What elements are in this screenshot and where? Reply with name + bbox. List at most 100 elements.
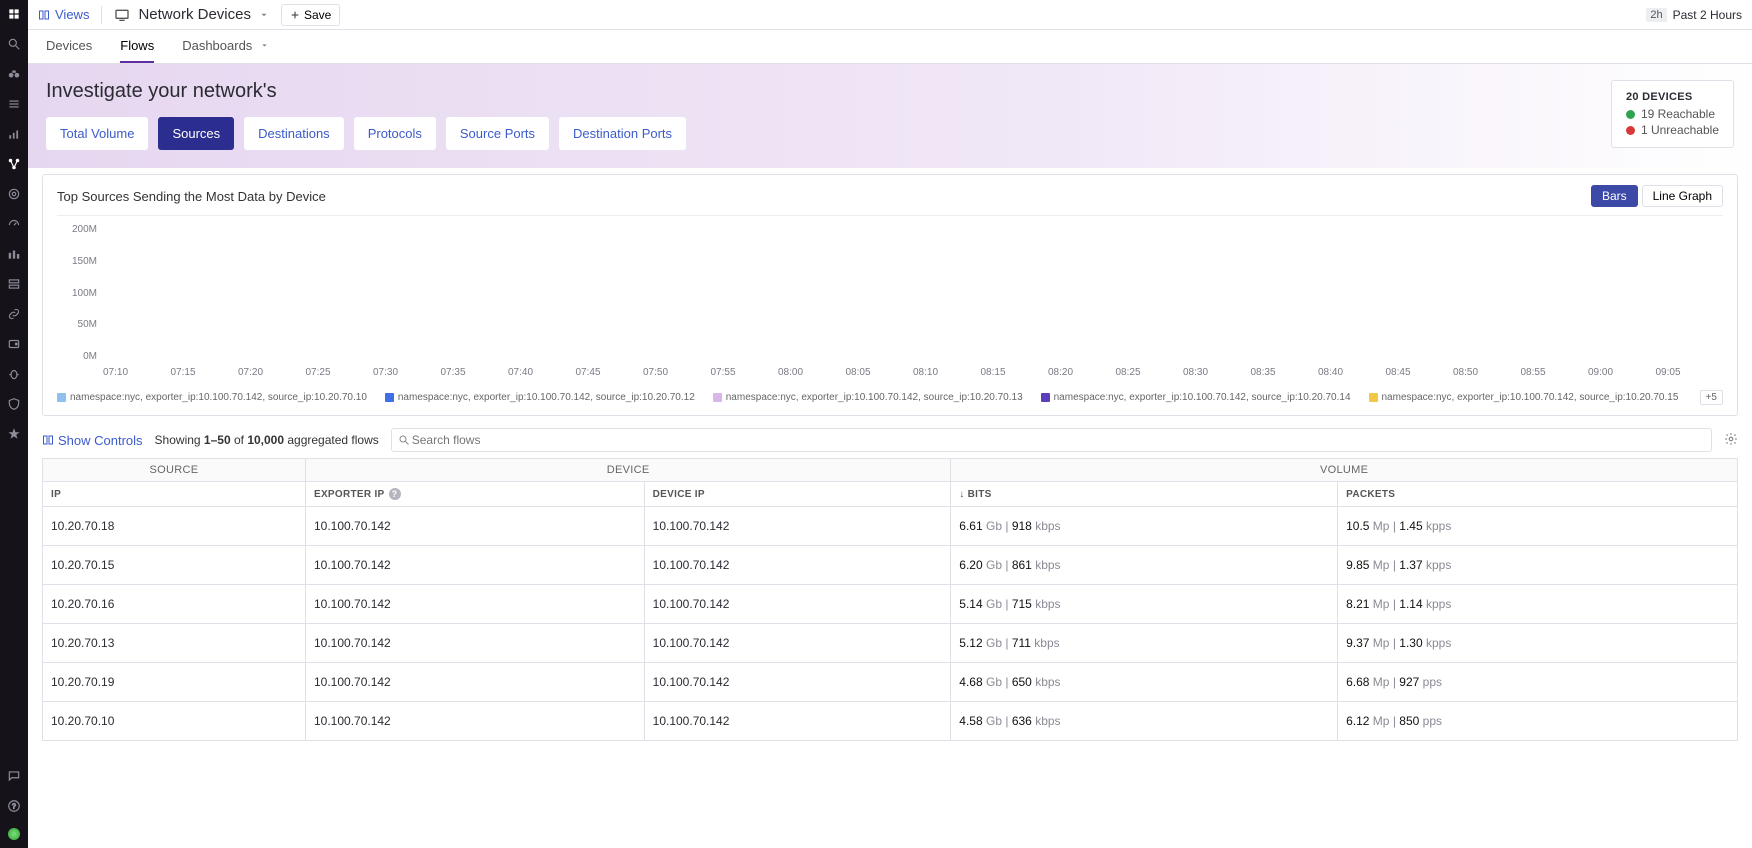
plus-icon (290, 10, 300, 20)
time-range[interactable]: 2h Past 2 Hours (1646, 8, 1742, 22)
shield-icon[interactable] (6, 396, 22, 412)
views-label: Views (55, 7, 89, 22)
flows-table-section: Show Controls Showing 1–50 of 10,000 agg… (42, 422, 1738, 741)
col-bits[interactable]: ↓BITS (951, 482, 1338, 507)
legend-item[interactable]: namespace:nyc, exporter_ip:10.100.70.142… (1041, 392, 1351, 403)
pill-destinations[interactable]: Destinations (244, 117, 344, 150)
table-row[interactable]: 10.20.70.1910.100.70.14210.100.70.1424.6… (43, 663, 1738, 702)
target-icon[interactable] (6, 186, 22, 202)
search-flows-input[interactable] (410, 432, 1705, 448)
help-icon[interactable]: ? (389, 488, 401, 500)
tab-dashboards[interactable]: Dashboards (182, 30, 269, 63)
star-icon[interactable] (6, 426, 22, 442)
network-icon[interactable] (6, 156, 22, 172)
tab-flows[interactable]: Flows (120, 30, 154, 63)
binoculars-icon[interactable] (6, 66, 22, 82)
panel-icon (42, 434, 54, 446)
save-label: Save (304, 8, 331, 22)
chart-type-toggle: Bars Line Graph (1591, 185, 1723, 207)
table-row[interactable]: 10.20.70.1810.100.70.14210.100.70.1426.6… (43, 507, 1738, 546)
logo-icon[interactable] (6, 6, 22, 22)
sort-desc-icon: ↓ (959, 489, 964, 500)
page-title-text: Network Devices (138, 6, 251, 23)
time-badge: 2h (1646, 8, 1666, 22)
col-ip[interactable]: IP (43, 482, 306, 507)
layout-icon (38, 9, 50, 21)
chart-body: 200M150M100M50M0M 07:1007:1507:2007:2507… (57, 224, 1723, 384)
show-controls-button[interactable]: Show Controls (42, 433, 143, 448)
svg-text:?: ? (12, 803, 16, 810)
bug-icon[interactable] (6, 366, 22, 382)
toggle-bars[interactable]: Bars (1591, 185, 1638, 207)
left-nav-rail: ? (0, 0, 28, 848)
servers-icon[interactable] (6, 276, 22, 292)
chat-icon[interactable] (6, 768, 22, 784)
status-dot-green (1626, 110, 1635, 119)
chevron-down-icon (260, 41, 269, 50)
list-icon[interactable] (6, 96, 22, 112)
col-exporter[interactable]: EXPORTER IP? (305, 482, 644, 507)
tab-dashboards-label: Dashboards (182, 38, 252, 53)
legend-item[interactable]: namespace:nyc, exporter_ip:10.100.70.142… (57, 392, 367, 403)
table-row[interactable]: 10.20.70.1610.100.70.14210.100.70.1425.1… (43, 585, 1738, 624)
chart-legend: namespace:nyc, exporter_ip:10.100.70.142… (57, 390, 1723, 405)
save-button[interactable]: Save (281, 4, 340, 26)
status-dot-red (1626, 126, 1635, 135)
top-bar: Views Network Devices Save 2h Past 2 Hou… (28, 0, 1752, 30)
table-settings-button[interactable] (1724, 432, 1738, 449)
col-group-device: DEVICE (305, 459, 950, 482)
device-icon (114, 7, 130, 23)
show-controls-label: Show Controls (58, 433, 143, 448)
table-row[interactable]: 10.20.70.1510.100.70.14210.100.70.1426.2… (43, 546, 1738, 585)
chart-icon[interactable] (6, 126, 22, 142)
legend-item[interactable]: namespace:nyc, exporter_ip:10.100.70.142… (385, 392, 695, 403)
search-icon (398, 434, 410, 446)
link-icon[interactable] (6, 306, 22, 322)
wallet-icon[interactable] (6, 336, 22, 352)
pill-protocols[interactable]: Protocols (354, 117, 436, 150)
speed-icon[interactable] (6, 216, 22, 232)
views-button[interactable]: Views (38, 7, 89, 22)
bars-icon[interactable] (6, 246, 22, 262)
results-summary: Showing 1–50 of 10,000 aggregated flows (155, 433, 379, 447)
hero-section: Investigate your network's Total Volume … (28, 64, 1752, 168)
search-icon[interactable] (6, 36, 22, 52)
table-row[interactable]: 10.20.70.1310.100.70.14210.100.70.1425.1… (43, 624, 1738, 663)
pill-source-ports[interactable]: Source Ports (446, 117, 549, 150)
page-title-dropdown[interactable]: Network Devices (114, 6, 269, 23)
table-controls: Show Controls Showing 1–50 of 10,000 agg… (42, 422, 1738, 458)
status-dot-icon[interactable] (8, 828, 20, 840)
flows-table: SOURCE DEVICE VOLUME IP EXPORTER IP? DEV… (42, 458, 1738, 741)
sub-nav: Devices Flows Dashboards (28, 30, 1752, 64)
legend-item[interactable]: namespace:nyc, exporter_ip:10.100.70.142… (1369, 392, 1679, 403)
time-text: Past 2 Hours (1673, 8, 1742, 22)
search-flows-box[interactable] (391, 428, 1712, 452)
device-stats-card: 20 DEVICES 19 Reachable 1 Unreachable (1611, 80, 1734, 148)
legend-item[interactable]: namespace:nyc, exporter_ip:10.100.70.142… (713, 392, 1023, 403)
pill-total-volume[interactable]: Total Volume (46, 117, 148, 150)
divider (101, 6, 102, 24)
col-device-ip[interactable]: DEVICE IP (644, 482, 951, 507)
chevron-down-icon (259, 10, 269, 20)
col-group-volume: VOLUME (951, 459, 1738, 482)
hero-heading: Investigate your network's (46, 80, 686, 103)
stats-title: 20 DEVICES (1626, 91, 1719, 103)
tab-devices[interactable]: Devices (46, 30, 92, 63)
chart-x-axis: 07:1007:1507:2007:2507:3007:3507:4007:45… (103, 367, 1723, 378)
pill-sources[interactable]: Sources (158, 117, 234, 150)
legend-more[interactable]: +5 (1700, 390, 1723, 405)
stats-reachable: 19 Reachable (1626, 107, 1719, 121)
help-icon[interactable]: ? (6, 798, 22, 814)
chart-panel: Top Sources Sending the Most Data by Dev… (42, 174, 1738, 416)
chart-bars (103, 224, 1723, 362)
stats-unreachable: 1 Unreachable (1626, 123, 1719, 137)
toggle-line[interactable]: Line Graph (1642, 185, 1723, 207)
col-group-source: SOURCE (43, 459, 306, 482)
chart-y-axis: 200M150M100M50M0M (57, 224, 97, 362)
col-packets[interactable]: PACKETS (1338, 482, 1738, 507)
pill-destination-ports[interactable]: Destination Ports (559, 117, 686, 150)
table-row[interactable]: 10.20.70.1010.100.70.14210.100.70.1424.5… (43, 702, 1738, 741)
gear-icon (1724, 432, 1738, 446)
view-pills: Total Volume Sources Destinations Protoc… (46, 117, 686, 150)
chart-title: Top Sources Sending the Most Data by Dev… (57, 189, 326, 204)
